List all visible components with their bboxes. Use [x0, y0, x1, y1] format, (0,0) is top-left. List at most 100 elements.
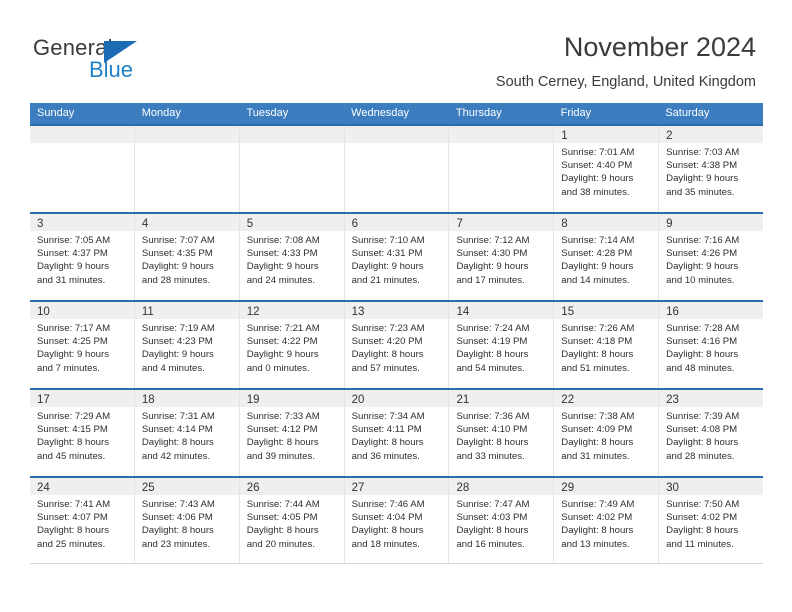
calendar-day-cell[interactable]: 25 Sunrise: 7:43 AM Sunset: 4:06 PM Dayligh… — [134, 478, 240, 563]
calendar-day-cell[interactable]: 3 Sunrise: 7:05 AM Sunset: 4:37 PM Daylight… — [30, 214, 135, 300]
calendar-day-cell[interactable]: 30 Sunrise: 7:50 AM Sunset: 4:02 PM Dayligh… — [659, 478, 764, 563]
daylight-text-line2: and 21 minutes. — [351, 274, 420, 286]
calendar-day-cell-empty — [239, 126, 345, 212]
daylight-text-line2: and 48 minutes. — [666, 362, 735, 374]
daylight-text-line2: and 38 minutes. — [561, 186, 630, 198]
day-sun-info: Sunrise: 7:03 AM Sunset: 4:38 PM Daylight:… — [659, 143, 763, 199]
calendar-day-cell[interactable]: 18 Sunrise: 7:31 AM Sunset: 4:14 PM Dayligh… — [134, 390, 240, 476]
sunrise-text: Sunrise: 7:33 AM — [246, 411, 320, 422]
day-number-band: 17 — [30, 390, 134, 407]
sunset-text: Sunset: 4:18 PM — [561, 336, 633, 348]
daylight-text-line1: Daylight: 9 hours — [561, 261, 634, 273]
weekday-header-friday: Friday — [560, 107, 592, 119]
daylight-text-line2: and 25 minutes. — [37, 538, 106, 550]
day-number-band: 27 — [344, 478, 449, 495]
sunrise-text: Sunrise: 7:41 AM — [37, 499, 111, 510]
daylight-text-line2: and 28 minutes. — [666, 450, 735, 462]
day-number: 10 — [37, 306, 50, 318]
calendar-day-cell[interactable]: 15 Sunrise: 7:26 AM Sunset: 4:18 PM Dayligh… — [554, 302, 660, 388]
calendar-day-cell[interactable]: 6 Sunrise: 7:10 AM Sunset: 4:31 PM Daylight… — [344, 214, 450, 300]
sunset-text: Sunset: 4:03 PM — [456, 512, 528, 524]
sunrise-text: Sunrise: 7:24 AM — [456, 323, 530, 334]
sunrise-text: Sunrise: 7:21 AM — [246, 323, 320, 334]
sunset-text: Sunset: 4:02 PM — [561, 512, 633, 524]
calendar-day-cell[interactable]: 29 Sunrise: 7:49 AM Sunset: 4:02 PM Dayligh… — [554, 478, 660, 563]
day-sun-info: Sunrise: 7:08 AM Sunset: 4:33 PM Daylight:… — [240, 231, 344, 287]
day-number-band: 15 — [554, 302, 659, 319]
calendar-day-cell[interactable]: 28 Sunrise: 7:47 AM Sunset: 4:03 PM Dayligh… — [449, 478, 555, 563]
daylight-text-line1: Daylight: 8 hours — [351, 525, 424, 537]
day-sun-info: Sunrise: 7:01 AM Sunset: 4:40 PM Daylight:… — [554, 143, 658, 199]
calendar-day-cell[interactable]: 9 Sunrise: 7:16 AM Sunset: 4:26 PM Daylight… — [659, 214, 764, 300]
sunrise-text: Sunrise: 7:28 AM — [666, 323, 740, 334]
sunset-text: Sunset: 4:26 PM — [666, 248, 738, 260]
daylight-text-line1: Daylight: 9 hours — [456, 261, 529, 273]
day-number: 27 — [351, 482, 365, 494]
day-number-band: 28 — [449, 478, 554, 495]
calendar-day-cell[interactable]: 10 Sunrise: 7:17 AM Sunset: 4:25 PM Dayligh… — [30, 302, 135, 388]
day-number-band: 22 — [554, 390, 659, 407]
calendar-day-cell[interactable]: 7 Sunrise: 7:12 AM Sunset: 4:30 PM Daylight… — [449, 214, 555, 300]
sunset-text: Sunset: 4:25 PM — [37, 336, 108, 348]
daylight-text-line2: and 7 minutes. — [37, 362, 100, 374]
calendar-day-cell[interactable]: 8 Sunrise: 7:14 AM Sunset: 4:28 PM Daylight… — [554, 214, 660, 300]
sunset-text: Sunset: 4:02 PM — [666, 512, 738, 524]
day-number: 3 — [37, 218, 44, 230]
day-number: 12 — [246, 306, 260, 318]
calendar-day-cell[interactable]: 16 Sunrise: 7:28 AM Sunset: 4:16 PM Dayligh… — [659, 302, 764, 388]
daylight-text-line1: Daylight: 9 hours — [351, 261, 424, 273]
daylight-text-line2: and 16 minutes. — [456, 538, 525, 550]
sunset-text: Sunset: 4:31 PM — [351, 248, 423, 260]
day-number: 7 — [456, 218, 463, 230]
day-number: 8 — [561, 218, 568, 230]
daylight-text-line2: and 28 minutes. — [141, 274, 211, 286]
day-number-band: 21 — [449, 390, 554, 407]
daylight-text-line1: Daylight: 8 hours — [246, 437, 319, 449]
sunset-text: Sunset: 4:06 PM — [141, 512, 213, 524]
calendar-day-cell[interactable]: 17 Sunrise: 7:29 AM Sunset: 4:15 PM Dayligh… — [30, 390, 135, 476]
day-number: 14 — [456, 306, 470, 318]
daylight-text-line2: and 17 minutes. — [456, 274, 525, 286]
sunset-text: Sunset: 4:30 PM — [456, 248, 528, 260]
day-number-band: 7 — [449, 214, 554, 231]
calendar-day-cell[interactable]: 22 Sunrise: 7:38 AM Sunset: 4:09 PM Dayligh… — [554, 390, 660, 476]
calendar-week-row: 10 Sunrise: 7:17 AM Sunset: 4:25 PM Dayligh… — [30, 300, 764, 388]
calendar-day-cell[interactable]: 13 Sunrise: 7:23 AM Sunset: 4:20 PM Dayligh… — [344, 302, 450, 388]
day-number: 20 — [351, 394, 365, 406]
daylight-text-line1: Daylight: 8 hours — [456, 525, 529, 537]
calendar-day-cell[interactable]: 23 Sunrise: 7:39 AM Sunset: 4:08 PM Dayligh… — [659, 390, 764, 476]
calendar-day-cell[interactable]: 14 Sunrise: 7:24 AM Sunset: 4:19 PM Dayligh… — [449, 302, 555, 388]
calendar-day-cell[interactable]: 4 Sunrise: 7:07 AM Sunset: 4:35 PM Daylight… — [134, 214, 240, 300]
day-sun-info: Sunrise: 7:05 AM Sunset: 4:37 PM Daylight:… — [30, 231, 134, 287]
day-number: 22 — [561, 394, 575, 406]
day-sun-info: Sunrise: 7:47 AM Sunset: 4:03 PM Daylight:… — [449, 495, 553, 551]
day-number-band: 19 — [239, 390, 344, 407]
calendar-day-cell[interactable]: 1 Sunrise: 7:01 AM Sunset: 4:40 PM Daylight… — [554, 126, 660, 212]
location-subtitle: South Cerney, England, United Kingdom — [495, 74, 756, 90]
logo-text-blue: Blue — [89, 57, 134, 82]
daylight-text-line1: Daylight: 9 hours — [666, 261, 739, 273]
calendar-day-cell[interactable]: 24 Sunrise: 7:41 AM Sunset: 4:07 PM Dayligh… — [30, 478, 135, 563]
daylight-text-line1: Daylight: 9 hours — [37, 261, 109, 273]
daylight-text-line1: Daylight: 8 hours — [666, 437, 739, 449]
calendar-day-cell[interactable]: 12 Sunrise: 7:21 AM Sunset: 4:22 PM Dayligh… — [239, 302, 345, 388]
daylight-text-line1: Daylight: 9 hours — [141, 349, 214, 361]
sunset-text: Sunset: 4:40 PM — [561, 160, 633, 172]
calendar-day-cell[interactable]: 21 Sunrise: 7:36 AM Sunset: 4:10 PM Dayligh… — [449, 390, 555, 476]
calendar-day-cell[interactable]: 11 Sunrise: 7:19 AM Sunset: 4:23 PM Dayligh… — [134, 302, 240, 388]
day-sun-info: Sunrise: 7:10 AM Sunset: 4:31 PM Daylight:… — [345, 231, 449, 287]
calendar-day-cell[interactable]: 2 Sunrise: 7:03 AM Sunset: 4:38 PM Daylight… — [659, 126, 764, 212]
daylight-text-line1: Daylight: 9 hours — [37, 349, 109, 361]
daylight-text-line2: and 31 minutes. — [561, 450, 630, 462]
calendar-day-cell[interactable]: 19 Sunrise: 7:33 AM Sunset: 4:12 PM Dayligh… — [239, 390, 345, 476]
sunrise-text: Sunrise: 7:17 AM — [37, 323, 111, 334]
sunrise-text: Sunrise: 7:14 AM — [561, 235, 635, 246]
calendar-day-cell[interactable]: 27 Sunrise: 7:46 AM Sunset: 4:04 PM Dayligh… — [344, 478, 450, 563]
day-sun-info: Sunrise: 7:36 AM Sunset: 4:10 PM Daylight:… — [449, 407, 553, 463]
day-sun-info: Sunrise: 7:49 AM Sunset: 4:02 PM Daylight:… — [554, 495, 658, 551]
calendar-day-cell[interactable]: 5 Sunrise: 7:08 AM Sunset: 4:33 PM Daylight… — [239, 214, 345, 300]
sunset-text: Sunset: 4:14 PM — [141, 424, 213, 436]
calendar-day-cell[interactable]: 26 Sunrise: 7:44 AM Sunset: 4:05 PM Dayligh… — [239, 478, 345, 563]
daylight-text-line2: and 18 minutes. — [351, 538, 420, 550]
calendar-day-cell[interactable]: 20 Sunrise: 7:34 AM Sunset: 4:11 PM Dayligh… — [344, 390, 450, 476]
